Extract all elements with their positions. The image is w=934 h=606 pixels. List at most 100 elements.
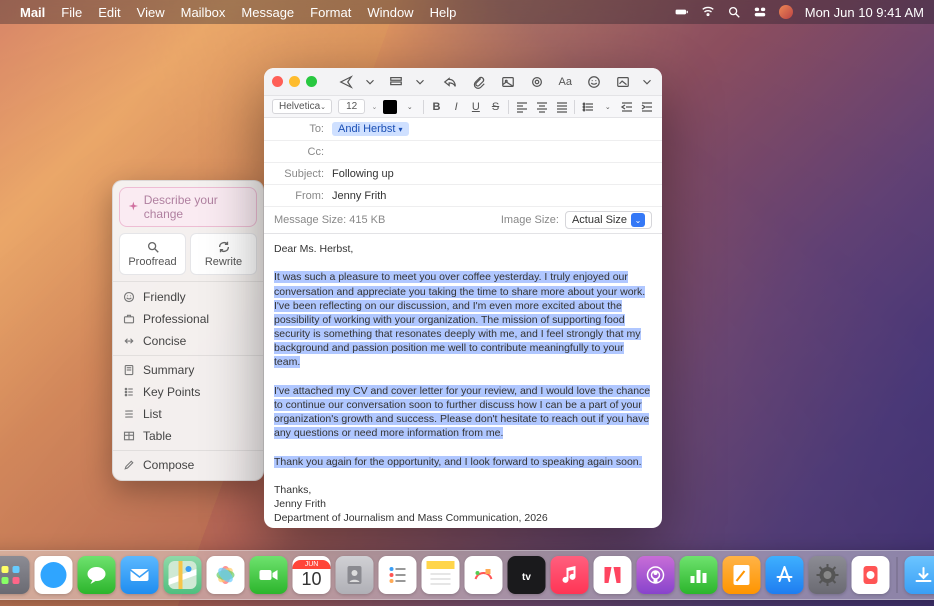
photo-browser-button[interactable] — [611, 72, 634, 92]
smile-icon — [123, 291, 135, 303]
table-option[interactable]: Table — [113, 425, 263, 447]
dock-messages[interactable] — [78, 556, 116, 594]
selected-paragraph-1: It was such a pleasure to meet you over … — [274, 271, 645, 368]
menu-mailbox[interactable]: Mailbox — [181, 5, 226, 20]
to-label: To: — [274, 123, 324, 135]
font-button[interactable]: Aa — [554, 72, 577, 92]
compose-option[interactable]: Compose — [113, 454, 263, 476]
svg-text:tv: tv — [522, 572, 531, 583]
dock-downloads[interactable] — [905, 556, 934, 594]
dock-maps[interactable] — [164, 556, 202, 594]
friendly-option[interactable]: Friendly — [113, 286, 263, 308]
professional-option[interactable]: Professional — [113, 308, 263, 330]
list-button[interactable] — [581, 100, 595, 114]
insert-image-button[interactable] — [496, 72, 519, 92]
menu-message[interactable]: Message — [241, 5, 294, 20]
subject-field[interactable]: Following up — [332, 168, 652, 180]
table-icon — [123, 430, 135, 442]
dock-appstore[interactable] — [766, 556, 804, 594]
menu-help[interactable]: Help — [430, 5, 457, 20]
dock-freeform[interactable] — [465, 556, 503, 594]
image-size-select[interactable]: Actual Size ⌄ — [565, 211, 652, 229]
maximize-button[interactable] — [306, 76, 317, 87]
dock-launchpad[interactable] — [0, 556, 30, 594]
from-label: From: — [274, 190, 324, 202]
attach-button[interactable] — [468, 72, 491, 92]
clock[interactable]: Mon Jun 10 9:41 AM — [805, 5, 924, 20]
dock-photos[interactable] — [207, 556, 245, 594]
reply-button[interactable] — [439, 72, 462, 92]
indent-more-button[interactable] — [640, 100, 654, 114]
align-center-button[interactable] — [535, 100, 549, 114]
from-row[interactable]: From: Jenny Frith — [264, 185, 662, 207]
signoff: Thanks, — [274, 483, 652, 497]
align-justify-button[interactable] — [555, 100, 569, 114]
subject-row[interactable]: Subject: Following up — [264, 163, 662, 185]
list-option[interactable]: List — [113, 403, 263, 425]
strike-button[interactable]: S — [489, 100, 503, 114]
user-icon[interactable] — [779, 5, 793, 19]
menu-edit[interactable]: Edit — [98, 5, 120, 20]
image-size-label: Image Size: — [501, 214, 559, 226]
minimize-button[interactable] — [289, 76, 300, 87]
emoji-button[interactable] — [583, 72, 606, 92]
battery-icon[interactable] — [675, 5, 689, 19]
send-dropdown[interactable] — [363, 72, 377, 92]
key-points-option[interactable]: Key Points — [113, 381, 263, 403]
bold-button[interactable]: B — [430, 100, 444, 114]
dock-podcasts[interactable] — [637, 556, 675, 594]
dock-numbers[interactable] — [680, 556, 718, 594]
photo-browser-dropdown[interactable] — [640, 72, 654, 92]
text-color-button[interactable] — [383, 100, 397, 114]
summary-option[interactable]: Summary — [113, 359, 263, 381]
dock-music[interactable] — [551, 556, 589, 594]
spotlight-icon[interactable] — [727, 5, 741, 19]
format-button[interactable] — [525, 72, 548, 92]
align-left-button[interactable] — [515, 100, 529, 114]
to-row[interactable]: To: Andi Herbst — [264, 118, 662, 141]
dock-calendar[interactable]: JUN 10 — [293, 556, 331, 594]
indent-less-button[interactable] — [621, 100, 635, 114]
dock-news[interactable] — [594, 556, 632, 594]
dock-contacts[interactable] — [336, 556, 374, 594]
dock-pages[interactable] — [723, 556, 761, 594]
dock-tv[interactable]: tv — [508, 556, 546, 594]
text-color-dropdown[interactable]: ⌄ — [403, 100, 417, 114]
menubar: Mail File Edit View Mailbox Message Form… — [0, 0, 934, 24]
font-size-select[interactable]: 12 — [338, 99, 366, 114]
dock-settings[interactable] — [809, 556, 847, 594]
italic-button[interactable]: I — [449, 100, 463, 114]
dock-facetime[interactable] — [250, 556, 288, 594]
header-fields-button[interactable] — [383, 72, 409, 92]
list-dropdown[interactable]: ⌄ — [601, 100, 615, 114]
concise-option[interactable]: Concise — [113, 330, 263, 352]
chevron-down-icon: ⌄ — [631, 213, 645, 227]
underline-button[interactable]: U — [469, 100, 483, 114]
compose-body[interactable]: Dear Ms. Herbst, It was such a pleasure … — [264, 234, 662, 528]
dock-mail[interactable] — [121, 556, 159, 594]
from-field[interactable]: Jenny Frith — [332, 190, 652, 202]
dock-reminders[interactable] — [379, 556, 417, 594]
menu-app[interactable]: Mail — [20, 5, 45, 20]
writing-tools-input[interactable]: Describe your change — [119, 187, 257, 227]
rewrite-button[interactable]: Rewrite — [190, 233, 257, 275]
dock-screentime[interactable] — [852, 556, 890, 594]
wifi-icon[interactable] — [701, 5, 715, 19]
dock-notes[interactable] — [422, 556, 460, 594]
dock-safari[interactable] — [35, 556, 73, 594]
compose-titlebar[interactable]: Aa — [264, 68, 662, 96]
send-button[interactable] — [333, 72, 359, 92]
menu-view[interactable]: View — [137, 5, 165, 20]
window-controls — [272, 76, 317, 87]
font-family-select[interactable]: Helvetica⌄ — [272, 99, 332, 114]
menu-format[interactable]: Format — [310, 5, 351, 20]
control-center-icon[interactable] — [753, 5, 767, 19]
to-recipient-pill[interactable]: Andi Herbst — [332, 122, 409, 136]
briefcase-icon — [123, 313, 135, 325]
menu-window[interactable]: Window — [367, 5, 413, 20]
menu-file[interactable]: File — [61, 5, 82, 20]
header-fields-dropdown[interactable] — [413, 72, 427, 92]
cc-row[interactable]: Cc: — [264, 141, 662, 163]
close-button[interactable] — [272, 76, 283, 87]
proofread-button[interactable]: Proofread — [119, 233, 186, 275]
